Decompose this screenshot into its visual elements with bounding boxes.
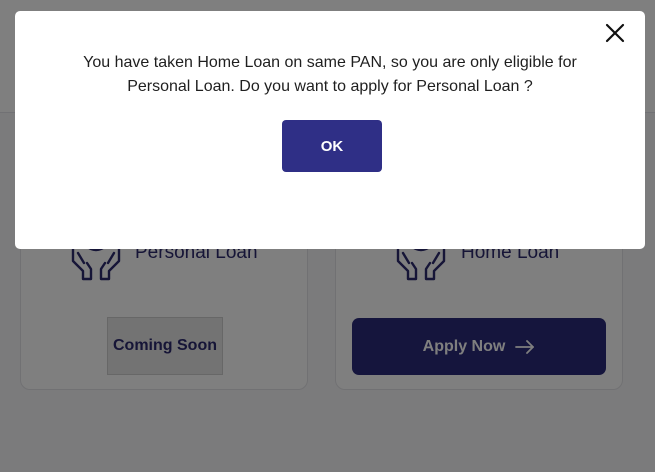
dialog-message: You have taken Home Loan on same PAN, so… — [83, 54, 577, 95]
ok-button[interactable]: OK — [282, 120, 382, 172]
close-icon[interactable] — [603, 21, 627, 45]
eligibility-dialog: You have taken Home Loan on same PAN, so… — [15, 11, 645, 249]
